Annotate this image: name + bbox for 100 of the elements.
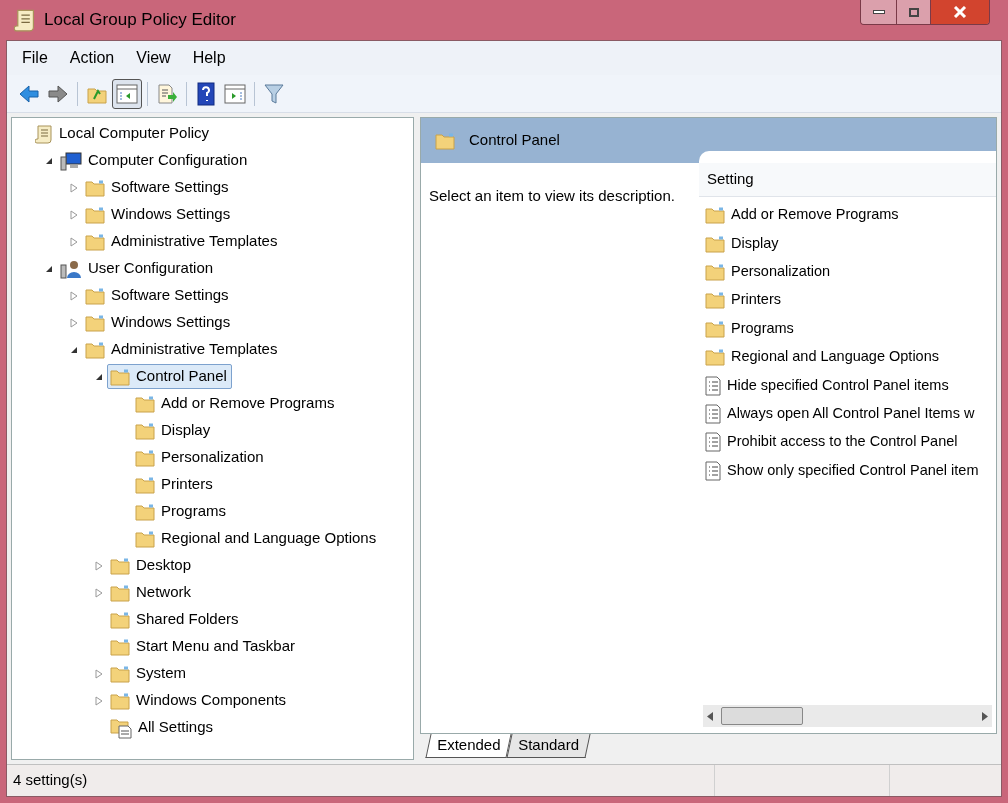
maximize-button[interactable] [897, 0, 931, 24]
scroll-right-arrow-icon[interactable] [982, 711, 988, 721]
folder-icon [705, 234, 725, 253]
folder-icon [135, 394, 155, 413]
user-icon [60, 258, 82, 279]
menu-item[interactable]: Help [183, 44, 235, 72]
tree-item[interactable]: User Configuration [57, 256, 219, 281]
minimize-button[interactable] [861, 0, 897, 24]
window-title: Local Group Policy Editor [44, 9, 236, 32]
folder-icon [135, 529, 155, 548]
description-text: Select an item to view its description. [429, 187, 675, 204]
collapsed-arrow-icon[interactable] [70, 317, 78, 328]
folder-icon [135, 448, 155, 467]
menu-item[interactable]: Action [60, 44, 124, 72]
tree-item[interactable]: Add or Remove Programs [132, 391, 340, 416]
folder-icon [85, 178, 105, 197]
setting-row[interactable]: Add or Remove Programs [699, 201, 996, 230]
expanded-arrow-icon[interactable] [95, 372, 103, 381]
header-title: Control Panel [469, 130, 560, 151]
expanded-arrow-icon[interactable] [70, 345, 78, 354]
folder-icon [705, 348, 725, 367]
folder-icon [135, 475, 155, 494]
collapsed-arrow-icon[interactable] [95, 560, 103, 571]
tree-item[interactable]: Display [132, 418, 216, 443]
setting-row[interactable]: Regional and Language Options [699, 342, 996, 372]
tree-item[interactable]: Computer Configuration [57, 148, 253, 173]
tree-item[interactable]: Regional and Language Options [132, 526, 382, 551]
collapsed-arrow-icon[interactable] [70, 290, 78, 301]
expanded-arrow-icon[interactable] [45, 156, 53, 165]
view-tab[interactable]: Standard [506, 734, 591, 758]
collapsed-arrow-icon[interactable] [95, 695, 103, 706]
expanded-arrow-icon[interactable] [45, 264, 53, 273]
setting-row[interactable]: Programs [699, 314, 996, 343]
collapsed-arrow-icon[interactable] [95, 668, 103, 679]
tree-item[interactable]: Desktop [107, 553, 197, 578]
tree-item[interactable]: Windows Components [107, 688, 292, 713]
tree-item[interactable]: System [107, 661, 191, 686]
tree-item[interactable]: Software Settings [82, 283, 234, 308]
folder-icon [705, 319, 725, 338]
tree-item[interactable]: Windows Settings [82, 310, 236, 335]
document-list-icon [705, 432, 721, 453]
scroll-icon [35, 123, 53, 144]
folder-icon [705, 206, 725, 225]
scroll-icon [14, 8, 36, 32]
folder-icon [85, 232, 105, 251]
folder-icon [135, 502, 155, 521]
tree-item[interactable]: Windows Settings [82, 202, 236, 227]
horizontal-scrollbar[interactable] [703, 705, 992, 727]
tree-item[interactable]: Administrative Templates [82, 337, 283, 362]
tree-item[interactable]: Printers [132, 472, 218, 497]
tree-item[interactable]: Administrative Templates [82, 229, 283, 254]
view-tab[interactable]: Extended [425, 734, 512, 758]
folder-icon [110, 583, 130, 602]
tree-item[interactable]: Personalization [132, 445, 269, 470]
column-header[interactable]: Setting [699, 163, 996, 197]
folder-icon [110, 556, 130, 575]
folder-icon [85, 340, 105, 359]
close-button[interactable] [931, 0, 989, 24]
folder-icon [110, 637, 130, 656]
folder-documents-icon [110, 716, 132, 739]
folder-icon [705, 291, 725, 310]
folder-icon [705, 262, 725, 281]
menu-item[interactable]: View [127, 44, 180, 72]
document-list-icon [705, 460, 721, 481]
scroll-thumb[interactable] [721, 707, 803, 725]
setting-row[interactable]: Prohibit access to the Control Panel [699, 428, 996, 457]
setting-row[interactable]: Hide specified Control Panel items [699, 371, 996, 400]
tree-item[interactable]: Network [107, 580, 196, 605]
setting-row[interactable]: Printers [699, 286, 996, 315]
scroll-left-arrow-icon[interactable] [707, 711, 713, 721]
folder-icon [85, 313, 105, 332]
collapsed-arrow-icon[interactable] [95, 587, 103, 598]
tree-item[interactable]: Software Settings [82, 175, 234, 200]
folder-icon [110, 664, 130, 683]
collapsed-arrow-icon[interactable] [70, 236, 78, 247]
tree-item[interactable]: Control Panel [107, 364, 232, 389]
show-tree-button[interactable] [112, 78, 142, 109]
tree-item[interactable]: Programs [132, 499, 232, 524]
folder-icon [435, 131, 455, 150]
setting-row[interactable]: Display [699, 229, 996, 258]
tree-item[interactable]: Local Computer Policy [32, 121, 215, 146]
folder-icon [135, 421, 155, 440]
tree-item[interactable]: Shared Folders [107, 607, 244, 632]
folder-icon [85, 286, 105, 305]
computer-icon [60, 150, 82, 171]
collapsed-arrow-icon[interactable] [70, 182, 78, 193]
folder-icon [110, 691, 130, 710]
tree-item[interactable]: Start Menu and Taskbar [107, 634, 300, 659]
setting-row[interactable]: Always open All Control Panel Items w [699, 399, 996, 429]
folder-icon [110, 610, 130, 629]
setting-row[interactable]: Show only specified Control Panel item [699, 456, 996, 485]
document-list-icon [705, 403, 721, 424]
tree-item[interactable]: All Settings [107, 715, 219, 740]
folder-icon [85, 205, 105, 224]
document-list-icon [705, 375, 721, 396]
setting-row[interactable]: Personalization [699, 257, 996, 287]
close-icon [953, 6, 967, 18]
folder-icon [110, 367, 130, 386]
collapsed-arrow-icon[interactable] [70, 209, 78, 220]
menu-item[interactable]: File [13, 44, 57, 72]
